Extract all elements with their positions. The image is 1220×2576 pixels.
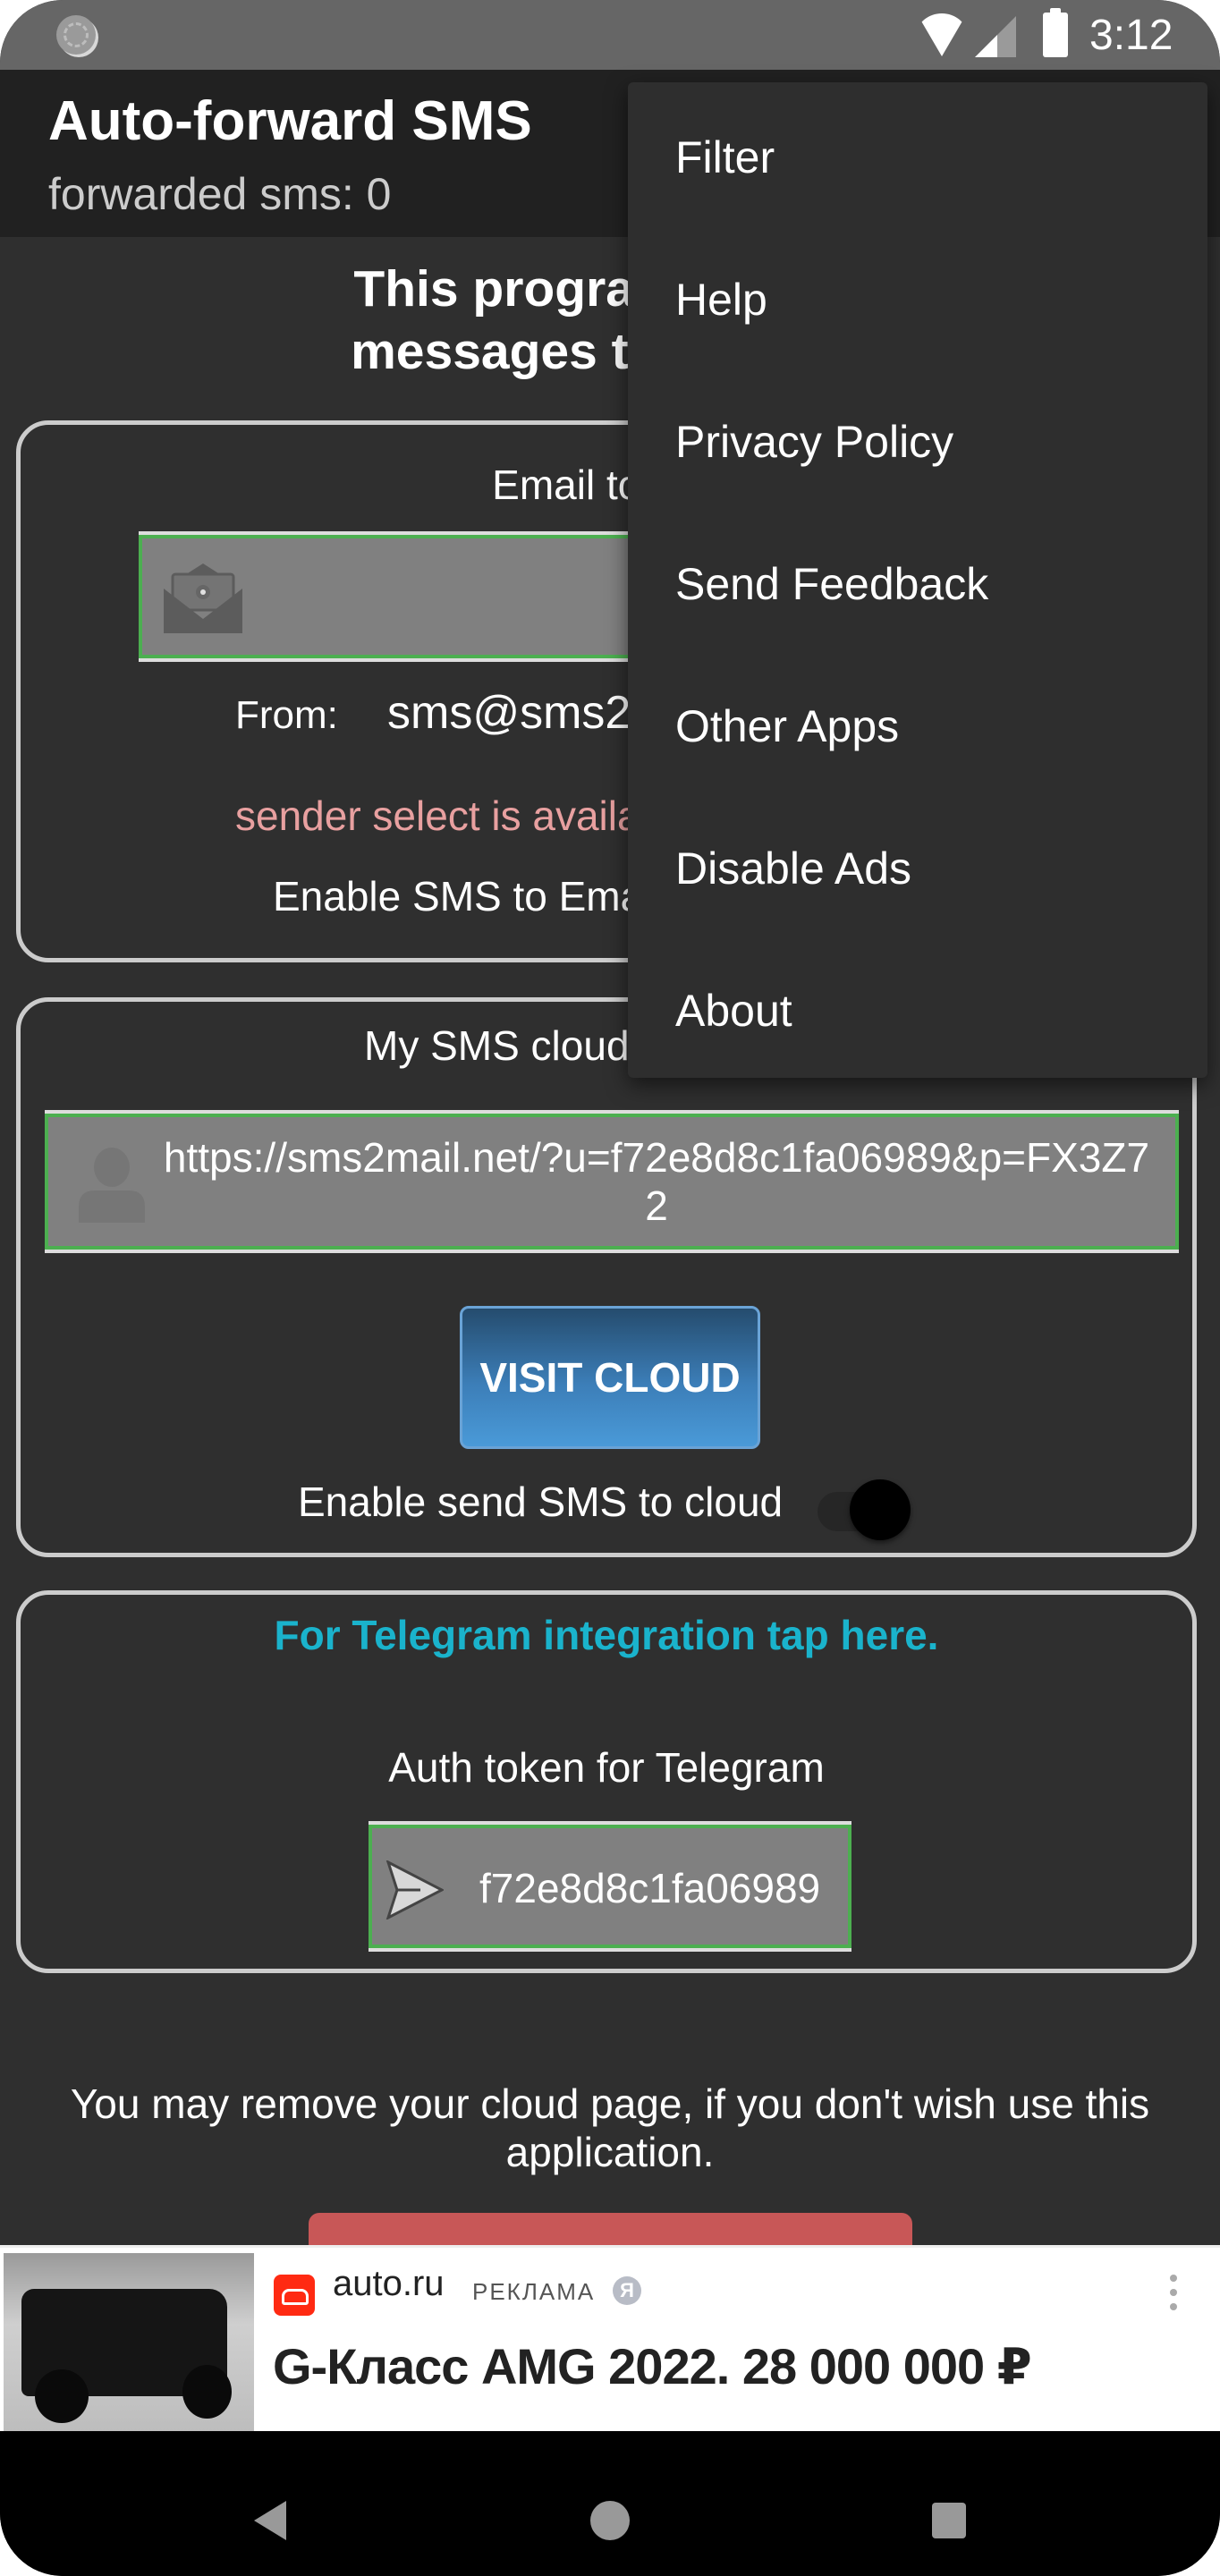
forwarded-count: forwarded sms: 0 — [48, 169, 392, 219]
auth-token-label: Auth token for Telegram — [388, 1744, 825, 1791]
ad-banner[interactable]: auto.ru РЕКЛАМА Я G-Класс AMG 2022. 28 0… — [0, 2245, 1220, 2432]
cloud-url-field[interactable]: https://sms2mail.net/?u=f72e8d8c1fa06989… — [45, 1114, 1179, 1250]
telegram-integration-link[interactable]: For Telegram integration tap here. — [21, 1611, 1192, 1659]
cloud-url-text: https://sms2mail.net/?u=f72e8d8c1fa06989… — [163, 1134, 1150, 1229]
person-icon — [79, 1148, 145, 1223]
status-time: 3:12 — [1089, 12, 1173, 59]
telegram-card: For Telegram integration tap here. Auth … — [16, 1590, 1197, 1973]
sync-icon — [56, 15, 96, 55]
navigation-bar — [0, 2431, 1220, 2576]
ad-label: РЕКЛАМА — [472, 2278, 596, 2305]
sender-select-note: sender select is availa — [235, 792, 640, 839]
menu-item-send-feedback[interactable]: Send Feedback — [628, 513, 1207, 655]
visit-cloud-button[interactable]: VISIT CLOUD — [460, 1306, 760, 1449]
phone-screen: 3:12 Auto-forward SMS forwarded sms: 0 T… — [0, 0, 1220, 2576]
auto-ru-logo-icon — [274, 2275, 315, 2316]
home-icon[interactable] — [590, 2501, 630, 2540]
car-wheel-shape — [35, 2369, 89, 2423]
ad-brand: auto.ru — [333, 2264, 445, 2303]
menu-item-filter[interactable]: Filter — [628, 86, 1207, 228]
battery-icon — [1043, 8, 1068, 57]
ad-more-options-icon[interactable] — [1168, 2275, 1179, 2319]
overflow-menu: Filter Help Privacy Policy Send Feedback… — [628, 82, 1207, 1078]
from-value[interactable]: sms@sms2 — [387, 686, 631, 740]
recents-icon[interactable] — [932, 2503, 966, 2538]
back-icon[interactable] — [254, 2501, 286, 2540]
envelope-icon — [164, 564, 242, 633]
car-wheel-shape — [182, 2365, 232, 2419]
enable-sms-to-email-label: Enable SMS to Ema — [273, 873, 644, 919]
remove-cloud-note: You may remove your cloud page, if you d… — [70, 2080, 1150, 2175]
from-label: From: — [235, 693, 338, 737]
enable-cloud-toggle[interactable] — [812, 1479, 919, 1542]
enable-cloud-label: Enable send SMS to cloud — [298, 1479, 784, 1525]
wifi-icon — [917, 13, 967, 56]
telegram-token-value: f72e8d8c1fa06989 — [479, 1865, 821, 1911]
cloud-title: My SMS cloud — [364, 1022, 630, 1069]
status-bar: 3:12 — [0, 0, 1220, 70]
menu-item-other-apps[interactable]: Other Apps — [628, 655, 1207, 797]
ad-headline: G-Класс AMG 2022. 28 000 000 ₽ — [273, 2338, 1032, 2394]
yandex-badge-icon: Я — [613, 2276, 641, 2305]
app-title: Auto-forward SMS — [48, 90, 532, 152]
send-icon — [385, 1860, 444, 1919]
menu-item-help[interactable]: Help — [628, 228, 1207, 370]
signal-icon — [975, 16, 1016, 57]
menu-item-privacy-policy[interactable]: Privacy Policy — [628, 370, 1207, 513]
ad-car-image — [4, 2253, 254, 2432]
toggle-thumb — [850, 1479, 911, 1540]
menu-item-about[interactable]: About — [628, 939, 1207, 1081]
telegram-token-field[interactable]: f72e8d8c1fa06989 — [369, 1825, 851, 1948]
menu-item-disable-ads[interactable]: Disable Ads — [628, 797, 1207, 939]
